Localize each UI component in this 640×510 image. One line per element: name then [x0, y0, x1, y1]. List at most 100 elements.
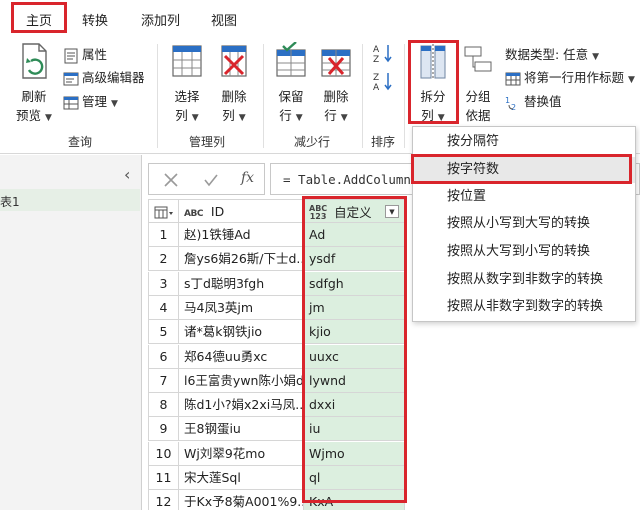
- column-header-custom[interactable]: ABC 123 自定义 ▼: [304, 199, 405, 223]
- cell-id[interactable]: 马4凤3英jm: [179, 295, 304, 320]
- remove-columns-button[interactable]: 删除 列 ▼: [212, 42, 256, 128]
- choose-columns-button[interactable]: 选择 列 ▼: [165, 42, 209, 128]
- cell-custom[interactable]: KxA: [304, 490, 405, 510]
- properties-button[interactable]: 属性: [63, 44, 107, 64]
- fx-icon[interactable]: fx: [241, 170, 254, 186]
- select-all-cell[interactable]: [148, 199, 179, 223]
- data-type-dropdown[interactable]: 数据类型: 任意 ▼: [505, 44, 599, 63]
- refresh-label-2: 预览 ▼: [16, 108, 52, 123]
- row-number[interactable]: 2: [148, 247, 179, 272]
- sort-descending-button[interactable]: Z A: [372, 70, 394, 95]
- cell-id[interactable]: l6王富贵ywn陈小娟d: [179, 368, 304, 393]
- keep-rows-label-2: 行 ▼: [279, 108, 303, 123]
- choose-columns-label-1: 选择: [174, 89, 200, 104]
- row-number[interactable]: 1: [148, 223, 179, 247]
- advanced-editor-button[interactable]: 高级编辑器: [63, 67, 145, 87]
- cell-custom[interactable]: uuxc: [304, 344, 405, 369]
- row-number[interactable]: 11: [148, 466, 179, 490]
- svg-text:2: 2: [511, 103, 516, 111]
- row-number[interactable]: 10: [148, 441, 179, 466]
- keep-rows-button[interactable]: 保留 行 ▼: [270, 41, 312, 128]
- cell-id[interactable]: 赵)1铁锤Ad: [179, 223, 304, 247]
- menu-item-split-4[interactable]: 按照从小写到大写的转换: [413, 211, 635, 237]
- row-number[interactable]: 6: [148, 344, 179, 369]
- cell-id[interactable]: 王8钢蛋iu: [179, 417, 304, 442]
- split-column-label-1: 拆分: [420, 89, 446, 104]
- sort-ascending-icon: A Z: [373, 45, 392, 65]
- cell-custom[interactable]: kjio: [304, 320, 405, 345]
- choose-columns-icon: [172, 45, 202, 77]
- table-row: 4 马4凤3英jm jm: [148, 295, 406, 320]
- cell-id[interactable]: s丁d聪明3fgh: [179, 271, 304, 296]
- commit-formula-icon[interactable]: [203, 172, 219, 188]
- remove-columns-label-1: 删除: [221, 89, 247, 104]
- svg-text:A: A: [373, 45, 380, 55]
- table-row: 10 Wj刘翠9花mo Wjmo: [148, 441, 406, 466]
- menu-item-split-6[interactable]: 按照从数字到非数字的转换: [413, 267, 635, 293]
- svg-text:1: 1: [505, 96, 510, 105]
- row-number[interactable]: 9: [148, 417, 179, 442]
- menu-item-split-5[interactable]: 按照从大写到小写的转换: [413, 239, 635, 265]
- replace-values-label: 替换值: [524, 94, 562, 109]
- split-column-label-2: 列 ▼: [421, 108, 445, 123]
- table-row: 12 于Kx予8菊A001%9... KxA: [148, 490, 406, 510]
- cell-custom[interactable]: jm: [304, 295, 405, 320]
- group-by-button[interactable]: 分组 依据: [458, 42, 498, 125]
- tab-transform[interactable]: 转换: [82, 10, 108, 29]
- replace-values-button[interactable]: 1 2 替换值: [505, 91, 562, 111]
- tab-add-column[interactable]: 添加列: [141, 10, 180, 29]
- ribbon-tab-bar: 主页 转换 添加列 视图: [0, 0, 640, 38]
- row-number[interactable]: 12: [148, 490, 179, 510]
- row-number[interactable]: 4: [148, 295, 179, 320]
- cell-custom[interactable]: Ad: [304, 223, 405, 247]
- cell-custom[interactable]: ql: [304, 466, 405, 490]
- cell-id[interactable]: 郑64德uu勇xc: [179, 344, 304, 369]
- choose-columns-label-2: 列 ▼: [175, 108, 199, 123]
- queries-pane: ‹ 表1: [0, 155, 142, 510]
- table-row: 9 王8钢蛋iu iu: [148, 417, 406, 442]
- remove-rows-label-1: 删除: [323, 89, 349, 104]
- split-column-button[interactable]: 拆分 列 ▼: [412, 42, 454, 128]
- first-row-header-label: 将第一行用作标题: [524, 70, 625, 85]
- properties-label: 属性: [82, 47, 108, 62]
- cell-id[interactable]: Wj刘翠9花mo: [179, 441, 304, 466]
- tab-home[interactable]: 主页: [26, 10, 52, 29]
- row-number[interactable]: 7: [148, 368, 179, 393]
- chevron-left-icon[interactable]: ‹: [124, 165, 130, 184]
- cell-custom[interactable]: iu: [304, 417, 405, 442]
- sort-ascending-button[interactable]: A Z: [372, 42, 394, 67]
- cell-id[interactable]: 宋大莲Sql: [179, 466, 304, 490]
- cell-custom[interactable]: Wjmo: [304, 441, 405, 466]
- manage-button[interactable]: 管理 ▼: [63, 91, 118, 111]
- cell-id[interactable]: 詹ys6娟26斯/下士d...: [179, 247, 304, 272]
- column-header-id[interactable]: ABC ID: [179, 199, 304, 223]
- cell-custom[interactable]: dxxi: [304, 393, 405, 418]
- menu-item-split-1[interactable]: 按分隔符: [413, 129, 635, 155]
- row-number[interactable]: 5: [148, 320, 179, 345]
- use-first-row-as-headers-button[interactable]: 将第一行用作标题 ▼: [505, 67, 635, 87]
- query-item[interactable]: 表1: [0, 189, 140, 211]
- advanced-editor-icon: [63, 72, 79, 85]
- remove-rows-button[interactable]: 删除 行 ▼: [315, 42, 357, 128]
- refresh-preview-button[interactable]: 刷新 预览 ▼: [10, 42, 58, 128]
- manage-icon: [63, 96, 79, 109]
- cell-id[interactable]: 陈d1小?娟x2xi马凤...: [179, 393, 304, 418]
- column-name-id: ID: [210, 204, 225, 219]
- tab-view[interactable]: 视图: [211, 10, 237, 29]
- cell-id[interactable]: 于Kx予8菊A001%9...: [179, 490, 304, 510]
- cell-custom[interactable]: lywnd: [304, 368, 405, 393]
- keep-rows-icon: [276, 41, 306, 77]
- row-number[interactable]: 3: [148, 271, 179, 296]
- cell-custom[interactable]: sdfgh: [304, 271, 405, 296]
- group-by-icon: [464, 46, 492, 72]
- menu-item-split-7[interactable]: 按照从非数字到数字的转换: [413, 294, 635, 320]
- table-row: 1 赵)1铁锤Ad Ad: [148, 223, 406, 247]
- cell-id[interactable]: 诸*葛k钢铁jio: [179, 320, 304, 345]
- grid-header-row: ABC ID ABC 123 自定义 ▼: [148, 199, 406, 223]
- menu-item-split-2[interactable]: 按字符数: [413, 157, 635, 183]
- cell-custom[interactable]: ysdf: [304, 247, 405, 272]
- filter-dropdown-icon[interactable]: ▼: [385, 205, 399, 218]
- row-number[interactable]: 8: [148, 393, 179, 418]
- menu-item-split-3[interactable]: 按位置: [413, 184, 635, 210]
- cancel-formula-icon[interactable]: [163, 172, 179, 188]
